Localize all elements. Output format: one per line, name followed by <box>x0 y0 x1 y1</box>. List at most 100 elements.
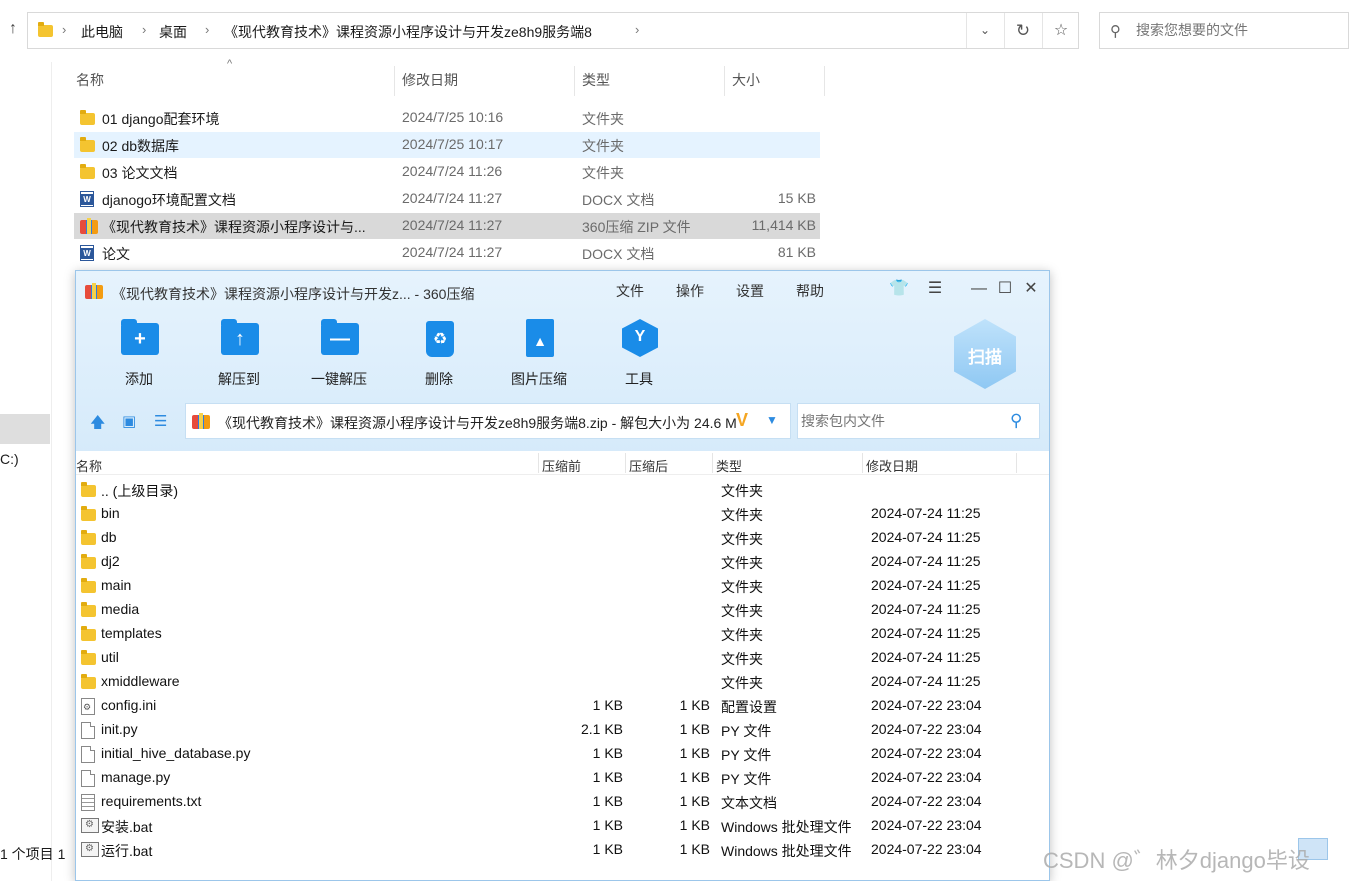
zip-entry-name: xmiddleware <box>101 673 180 689</box>
maximize-button[interactable]: ☐ <box>992 278 1018 300</box>
column-divider[interactable] <box>724 66 725 96</box>
file-icon <box>81 770 97 787</box>
breadcrumb-this-pc[interactable]: 此电脑 <box>81 22 123 42</box>
zip-list-row[interactable]: dj2 文件夹 2024-07-24 11:25 <box>76 550 1036 574</box>
column-divider[interactable] <box>1016 453 1017 473</box>
search-icon[interactable]: ⚲ <box>1010 411 1022 431</box>
up-arrow-icon[interactable]: ↑ <box>4 20 22 40</box>
nav-selected-item[interactable] <box>0 414 50 444</box>
zip-entry-name: media <box>101 601 140 617</box>
column-divider[interactable] <box>824 66 825 96</box>
chevron-down-icon[interactable]: ▼ <box>766 413 778 427</box>
scan-button[interactable]: 扫描 <box>954 319 1016 389</box>
zip-entry-type: 文件夹 <box>721 507 763 523</box>
column-divider[interactable] <box>862 453 863 473</box>
menu-help[interactable]: 帮助 <box>796 281 824 301</box>
file-row[interactable]: 01 django配套环境 2024/7/25 10:16 文件夹 <box>74 105 820 131</box>
feedback-icon[interactable]: ☰ <box>922 278 948 300</box>
column-divider[interactable] <box>538 453 539 473</box>
column-header-date[interactable]: 修改日期 <box>402 70 458 90</box>
zip-column-packed[interactable]: 压缩前 <box>542 456 581 475</box>
column-header-size[interactable]: 大小 <box>732 70 760 90</box>
menu-settings[interactable]: 设置 <box>736 281 764 301</box>
menu-file[interactable]: 文件 <box>616 281 644 301</box>
toolbar-delete-button[interactable]: ♻ 删除 <box>394 319 484 389</box>
zip-entry-packed-size: 1 KB <box>592 793 623 809</box>
column-divider[interactable] <box>574 66 575 96</box>
close-button[interactable]: ✕ <box>1018 278 1044 300</box>
one-click-extract-icon: — <box>320 319 360 359</box>
nav-drive-label[interactable]: C:) <box>0 451 19 467</box>
file-name: 论文 <box>102 246 130 262</box>
zip-entry-name: db <box>101 529 117 545</box>
zip-column-compressed[interactable]: 压缩后 <box>629 456 668 475</box>
go-up-icon[interactable]: 🡅 <box>90 412 105 437</box>
zip-list-row[interactable]: config.ini 1 KB 1 KB 配置设置 2024-07-22 23:04 <box>76 694 1036 718</box>
zip-list-row[interactable]: 运行.bat 1 KB 1 KB Windows 批处理文件 2024-07-22 23… <box>76 838 1036 862</box>
column-divider[interactable] <box>394 66 395 96</box>
address-history-dropdown[interactable]: ⌄ <box>966 13 1003 48</box>
column-divider[interactable] <box>712 453 713 473</box>
file-row[interactable]: 02 db数据库 2024/7/25 10:17 文件夹 <box>74 132 820 158</box>
column-header-type[interactable]: 类型 <box>582 70 610 90</box>
zip-column-date[interactable]: 修改日期 <box>866 456 918 475</box>
toolbar-extract-to-button[interactable]: ↑ 解压到 <box>194 319 284 389</box>
toolbar-image-compress-button[interactable]: ▲ 图片压缩 <box>494 319 584 389</box>
zip-list-row[interactable]: manage.py 1 KB 1 KB PY 文件 2024-07-22 23:04 <box>76 766 1036 790</box>
address-bar[interactable]: › 此电脑 › 桌面 › 《现代教育技术》课程资源小程序设计与开发ze8h9服务… <box>27 12 1079 49</box>
favorite-star-icon[interactable]: ☆ <box>1042 13 1079 48</box>
zip-list-row[interactable]: main 文件夹 2024-07-24 11:25 <box>76 574 1036 598</box>
folder-icon <box>81 578 97 595</box>
refresh-icon[interactable]: ↻ <box>1004 13 1041 48</box>
zip-entry-type: 文件夹 <box>721 555 763 571</box>
zip-entry-type: 文件夹 <box>721 627 763 643</box>
zip-entry-date: 2024-07-22 23:04 <box>871 769 982 785</box>
menu-operation[interactable]: 操作 <box>676 281 704 301</box>
file-row[interactable]: 《现代教育技术》课程资源小程序设计与... 2024/7/24 11:27 360压… <box>74 213 820 239</box>
zip-entry-type: 文件夹 <box>721 531 763 547</box>
zip-list-row[interactable]: media 文件夹 2024-07-24 11:25 <box>76 598 1036 622</box>
zip-column-type[interactable]: 类型 <box>716 456 742 475</box>
zip-list-row[interactable]: xmiddleware 文件夹 2024-07-24 11:25 <box>76 670 1036 694</box>
list-view-icon[interactable]: ☰ <box>154 412 167 430</box>
zip-entry-date: 2024-07-22 23:04 <box>871 721 982 737</box>
thumbnail-view-icon[interactable]: ▣ <box>122 412 136 430</box>
zip-list-row[interactable]: templates 文件夹 2024-07-24 11:25 <box>76 622 1036 646</box>
zip-entry-name: bin <box>101 505 120 521</box>
skin-icon[interactable]: 👕 <box>886 278 912 300</box>
zip-list-row[interactable]: 安装.bat 1 KB 1 KB Windows 批处理文件 2024-07-22 23… <box>76 814 1036 838</box>
zip-search-box[interactable]: ⚲ <box>797 403 1040 439</box>
folder-icon <box>80 164 96 180</box>
column-divider[interactable] <box>625 453 626 473</box>
zip-list-row[interactable]: db 文件夹 2024-07-24 11:25 <box>76 526 1036 550</box>
zip-list-row[interactable]: init.py 2.1 KB 1 KB PY 文件 2024-07-22 23:04 <box>76 718 1036 742</box>
toolbar-tools-button[interactable]: Y 工具 <box>594 319 684 389</box>
breadcrumb-current-folder[interactable]: 《现代教育技术》课程资源小程序设计与开发ze8h9服务端8 <box>224 22 592 42</box>
zip-entry-type: 文件夹 <box>721 483 763 499</box>
file-row[interactable]: 03 论文文档 2024/7/24 11:26 文件夹 <box>74 159 820 185</box>
zip-path-bar[interactable]: 《现代教育技术》课程资源小程序设计与开发ze8h9服务端8.zip - 解包大小… <box>185 403 791 439</box>
zip-entry-type: Windows 批处理文件 <box>721 843 852 859</box>
file-name: djanogo环境配置文档 <box>102 192 236 208</box>
zip-entry-type: Windows 批处理文件 <box>721 819 852 835</box>
zip-entry-date: 2024-07-22 23:04 <box>871 817 982 833</box>
column-header-name[interactable]: 名称 <box>76 70 104 90</box>
zip-search-input[interactable] <box>801 413 1001 429</box>
zip-list-row[interactable]: initial_hive_database.py 1 KB 1 KB PY 文件 202… <box>76 742 1036 766</box>
zip-entry-packed-size: 1 KB <box>592 817 623 833</box>
toolbar-add-button[interactable]: + 添加 <box>94 319 184 389</box>
zip-list-row[interactable]: bin 文件夹 2024-07-24 11:25 <box>76 502 1036 526</box>
zip-list-row[interactable]: .. (上级目录) 文件夹 <box>76 478 1036 502</box>
toolbar-one-click-extract-button[interactable]: — 一键解压 <box>294 319 384 389</box>
file-row[interactable]: 论文 2024/7/24 11:27 DOCX 文档 81 KB <box>74 240 820 266</box>
breadcrumb-desktop[interactable]: 桌面 <box>159 22 187 42</box>
explorer-search-input[interactable] <box>1136 22 1336 38</box>
zip-entry-date: 2024-07-24 11:25 <box>871 649 981 665</box>
file-row[interactable]: djanogo环境配置文档 2024/7/24 11:27 DOCX 文档 15 KB <box>74 186 820 212</box>
minimize-button[interactable]: — <box>966 278 992 300</box>
explorer-search-box[interactable]: ⚲ <box>1099 12 1349 49</box>
zip-list-row[interactable]: requirements.txt 1 KB 1 KB 文本文档 2024-07-22 2… <box>76 790 1036 814</box>
file-date: 2024/7/24 11:26 <box>402 163 503 179</box>
zip-list-row[interactable]: util 文件夹 2024-07-24 11:25 <box>76 646 1036 670</box>
zip-column-name[interactable]: 名称 <box>76 456 102 475</box>
